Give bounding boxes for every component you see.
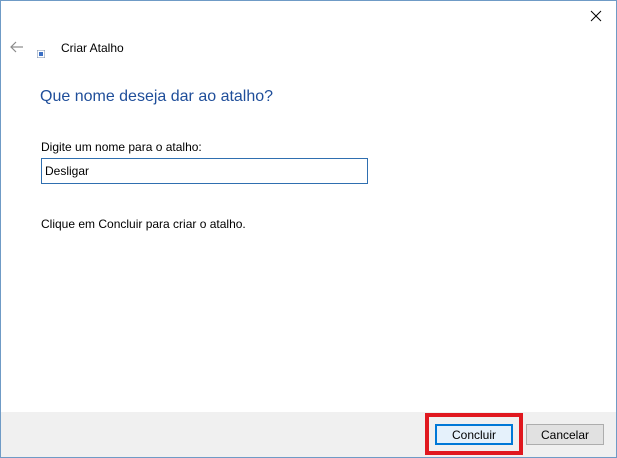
shortcut-icon [36,45,46,59]
create-shortcut-window: Criar Atalho Que nome deseja dar ao atal… [0,0,617,458]
close-icon [590,10,602,22]
footer-bar [1,412,616,457]
finish-button[interactable]: Concluir [435,424,513,445]
window-title: Criar Atalho [61,41,124,55]
cancel-button[interactable]: Cancelar [526,424,604,445]
back-arrow-icon [10,41,23,53]
close-button[interactable] [582,5,610,27]
name-field-label: Digite um nome para o atalho: [41,140,202,154]
back-button[interactable] [9,39,25,55]
page-heading: Que nome deseja dar ao atalho? [40,88,274,105]
instruction-text: Clique em Concluir para criar o atalho. [41,217,246,231]
shortcut-name-input[interactable] [41,158,368,184]
